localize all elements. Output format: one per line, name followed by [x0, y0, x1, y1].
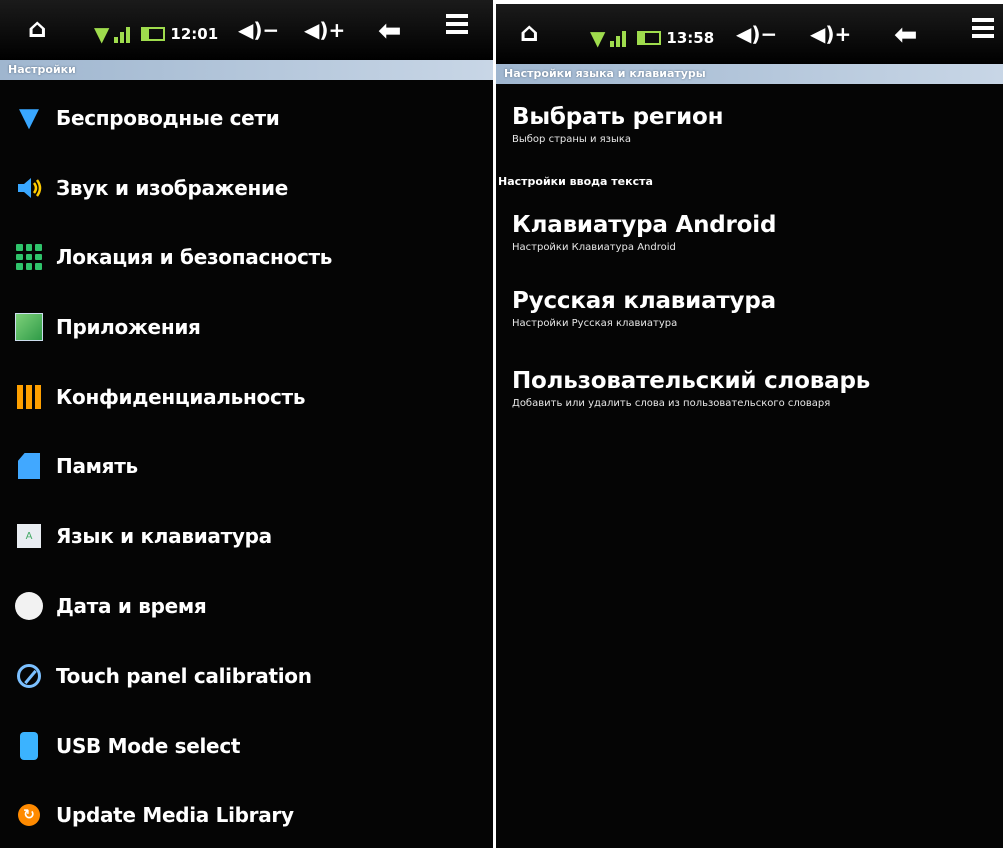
russian-keyboard-subtitle: Настройки Русская клавиатура [512, 318, 678, 329]
battery-icon [637, 31, 662, 45]
keyboard-android-item[interactable]: Клавиатура Android Настройки Клавиатура … [512, 212, 993, 253]
settings-header: Настройки [0, 60, 493, 80]
item-label: Локация и безопасность [56, 245, 333, 269]
sidebar-item-language[interactable]: A Язык и клавиатура [0, 508, 493, 564]
item-label: USB Mode select [56, 734, 241, 758]
home-icon[interactable]: ⌂ [28, 14, 47, 44]
language-icon: A [14, 521, 44, 551]
signal-icon [114, 25, 136, 43]
item-label: Приложения [56, 315, 201, 339]
system-status: ▼ 12:01 [94, 22, 218, 46]
volume-down-icon[interactable]: ◀)− [238, 18, 279, 42]
sidebar-item-privacy[interactable]: Конфиденциальность [0, 369, 493, 425]
settings-screen: ⌂ ▼ 12:01 ◀)− ◀)+ ⬅ Настройки ▼ Беспрово… [0, 0, 493, 848]
text-input-subsection: Настройки ввода текста [498, 175, 653, 188]
item-label: Память [56, 454, 138, 478]
sidebar-item-datetime[interactable]: Дата и время [0, 578, 493, 634]
system-status: ▼ 13:58 [590, 26, 714, 50]
back-icon[interactable]: ⬅ [894, 18, 917, 51]
sidebar-item-memory[interactable]: Память [0, 438, 493, 494]
calibration-icon [14, 661, 44, 691]
volume-up-icon[interactable]: ◀)+ [304, 18, 345, 42]
battery-icon [141, 27, 166, 41]
keyboard-android-subtitle: Настройки Клавиатура Android [512, 242, 676, 253]
applications-icon [14, 312, 44, 342]
signal-icon [610, 29, 632, 47]
status-bar: ⌂ ▼ 13:58 ◀)− ◀)+ ⬅ [496, 4, 1003, 64]
home-icon[interactable]: ⌂ [520, 18, 539, 48]
sidebar-item-usb[interactable]: USB Mode select [0, 718, 493, 774]
volume-up-icon[interactable]: ◀)+ [810, 22, 851, 46]
clock-time: 12:01 [170, 25, 219, 43]
privacy-icon [14, 382, 44, 412]
clock-time: 13:58 [666, 29, 715, 47]
back-icon[interactable]: ⬅ [378, 14, 401, 47]
item-label: Touch panel calibration [56, 664, 312, 688]
menu-icon[interactable] [446, 14, 468, 38]
user-dictionary-subtitle: Добавить или удалить слова из пользовате… [512, 398, 831, 409]
item-label: Дата и время [56, 594, 207, 618]
item-label: Беспроводные сети [56, 106, 280, 130]
clock-icon [14, 591, 44, 621]
wifi-status-icon: ▼ [94, 22, 110, 46]
location-security-icon [14, 242, 44, 272]
user-dictionary-item[interactable]: Пользовательский словарь Добавить или уд… [512, 368, 993, 409]
item-label: Конфиденциальность [56, 385, 306, 409]
sidebar-item-sound[interactable]: Звук и изображение [0, 160, 493, 216]
item-label: Звук и изображение [56, 176, 289, 200]
speaker-icon [14, 173, 44, 203]
status-bar: ⌂ ▼ 12:01 ◀)− ◀)+ ⬅ [0, 0, 493, 60]
russian-keyboard-title: Русская клавиатура [512, 288, 776, 314]
usb-icon [14, 731, 44, 761]
russian-keyboard-item[interactable]: Русская клавиатура Настройки Русская кла… [512, 288, 993, 329]
item-label: Язык и клавиатура [56, 524, 272, 548]
sidebar-item-location[interactable]: Локация и безопасность [0, 229, 493, 285]
wifi-status-icon: ▼ [590, 26, 606, 50]
menu-icon[interactable] [972, 18, 994, 42]
region-title: Выбрать регион [512, 104, 724, 130]
sidebar-item-calibration[interactable]: Touch panel calibration [0, 648, 493, 704]
volume-down-icon[interactable]: ◀)− [736, 22, 777, 46]
sidebar-item-applications[interactable]: Приложения [0, 299, 493, 355]
user-dictionary-title: Пользовательский словарь [512, 368, 871, 394]
wifi-icon: ▼ [19, 103, 39, 133]
memory-card-icon [14, 451, 44, 481]
language-keyboard-header: Настройки языка и клавиатуры [496, 64, 1003, 84]
update-icon: ↻ [14, 800, 44, 830]
language-keyboard-screen: ⌂ ▼ 13:58 ◀)− ◀)+ ⬅ Настройки языка и кл… [496, 4, 1003, 848]
sidebar-item-wireless[interactable]: ▼ Беспроводные сети [0, 90, 493, 146]
region-item[interactable]: Выбрать регион Выбор страны и языка [512, 104, 993, 145]
item-label: Update Media Library [56, 803, 294, 827]
keyboard-android-title: Клавиатура Android [512, 212, 777, 238]
region-subtitle: Выбор страны и языка [512, 134, 632, 145]
sidebar-item-media-library[interactable]: ↻ Update Media Library [0, 787, 493, 843]
